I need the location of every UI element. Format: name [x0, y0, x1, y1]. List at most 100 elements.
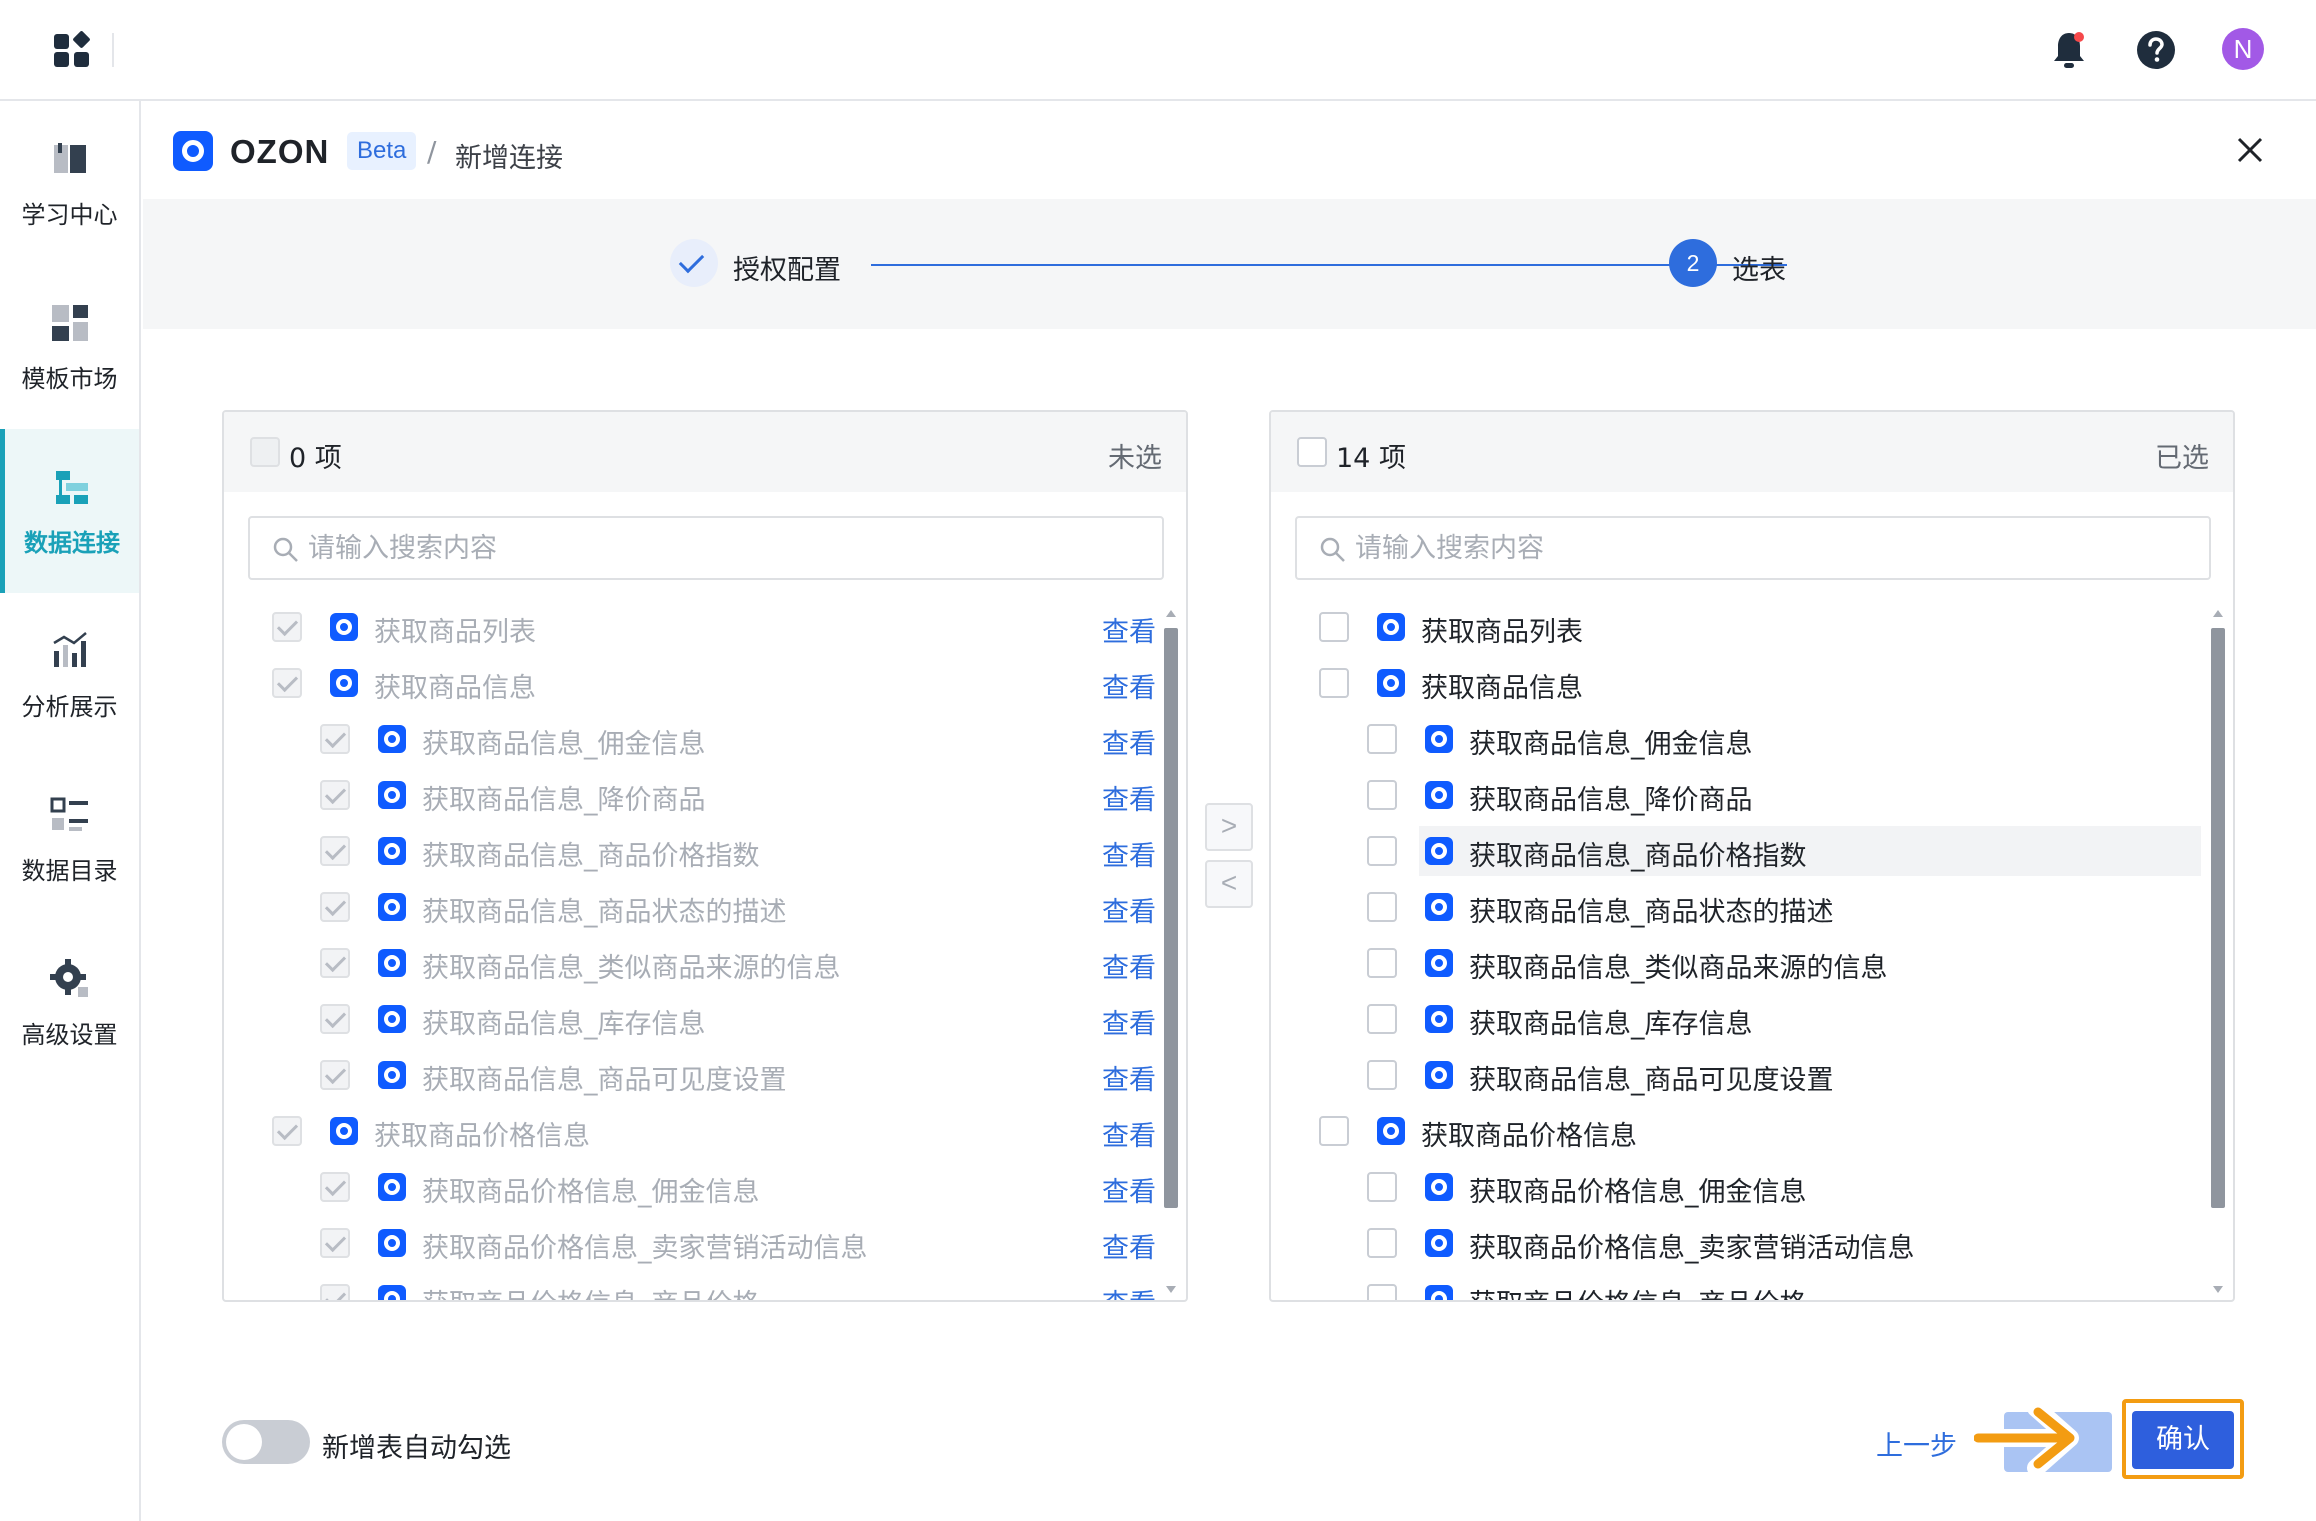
row-checkbox[interactable] [1367, 892, 1397, 922]
help-icon[interactable] [2136, 30, 2176, 70]
list-item[interactable]: 获取商品价格信息_卖家营销活动信息 查看 [224, 1218, 1164, 1274]
view-link[interactable]: 查看 [1102, 778, 1156, 817]
row-checkbox[interactable] [1367, 1060, 1397, 1090]
bell-icon[interactable] [2050, 29, 2088, 71]
source-scrollbar[interactable] [1164, 628, 1178, 1208]
view-link[interactable]: 查看 [1102, 1170, 1156, 1209]
list-item[interactable]: 获取商品信息_佣金信息 [1271, 714, 2211, 770]
sidebar-item-learning-center[interactable]: 学习中心 [0, 101, 139, 265]
list-item[interactable]: 获取商品信息_库存信息 [1271, 994, 2211, 1050]
close-icon[interactable] [2233, 133, 2267, 167]
list-item[interactable]: 获取商品价格信息 查看 [224, 1106, 1164, 1162]
list-item[interactable]: 获取商品价格信息_商品价格 查看 [224, 1274, 1164, 1300]
move-left-button[interactable]: < [1205, 860, 1253, 908]
row-checkbox[interactable] [1367, 724, 1397, 754]
avatar[interactable]: N [2222, 28, 2264, 70]
ozon-table-icon [378, 949, 406, 977]
row-checkbox[interactable] [1367, 780, 1397, 810]
list-item[interactable]: 获取商品信息_降价商品 查看 [224, 770, 1164, 826]
sidebar-item-data-catalog[interactable]: 数据目录 [0, 757, 139, 921]
list-item[interactable]: 获取商品信息 [1271, 658, 2211, 714]
list-item[interactable]: 获取商品价格信息_佣金信息 查看 [224, 1162, 1164, 1218]
row-checkbox[interactable] [1367, 1228, 1397, 1258]
source-search-input[interactable] [308, 526, 1148, 570]
row-checkbox[interactable] [1367, 1172, 1397, 1202]
view-link[interactable]: 查看 [1102, 1114, 1156, 1153]
brand-name: OZON [230, 133, 330, 170]
list-item[interactable]: 获取商品信息_类似商品来源的信息 [1271, 938, 2211, 994]
view-link[interactable]: 查看 [1102, 1058, 1156, 1097]
row-checkbox[interactable] [1367, 836, 1397, 866]
top-divider [112, 33, 114, 67]
sidebar-item-template-market[interactable]: 模板市场 [0, 265, 139, 429]
sidebar-item-advanced-settings[interactable]: 高级设置 [0, 921, 139, 1085]
view-link[interactable]: 查看 [1102, 946, 1156, 985]
table-name: 获取商品信息_降价商品 [1469, 785, 1753, 816]
sidebar-item-label: 模板市场 [21, 364, 118, 393]
sidebar-item-label: 高级设置 [21, 1020, 118, 1049]
ozon-table-icon [1425, 781, 1453, 809]
view-link[interactable]: 查看 [1102, 1226, 1156, 1265]
view-link[interactable]: 查看 [1102, 834, 1156, 873]
ozon-table-icon [1377, 1117, 1405, 1145]
list-item[interactable]: 获取商品信息_商品可见度设置 [1271, 1050, 2211, 1106]
list-item[interactable]: 获取商品信息_商品状态的描述 [1271, 882, 2211, 938]
list-item[interactable]: 获取商品列表 [1271, 602, 2211, 658]
apps-grid-icon[interactable] [52, 30, 92, 70]
view-link[interactable]: 查看 [1102, 890, 1156, 929]
list-item[interactable]: 获取商品列表 查看 [224, 602, 1164, 658]
list-item[interactable]: 获取商品价格信息 [1271, 1106, 2211, 1162]
move-right-button[interactable]: > [1205, 803, 1253, 851]
sidebar-item-label: 数据连接 [24, 528, 120, 557]
gear-icon [49, 958, 88, 997]
list-item[interactable]: 获取商品信息_类似商品来源的信息 查看 [224, 938, 1164, 994]
row-checkbox[interactable] [1367, 1004, 1397, 1034]
list-item[interactable]: 获取商品信息_商品价格指数 查看 [224, 826, 1164, 882]
list-item[interactable]: 获取商品信息_降价商品 [1271, 770, 2211, 826]
scroll-up-arrow[interactable] [2213, 610, 2223, 617]
row-checkbox[interactable] [1319, 612, 1349, 642]
view-link[interactable]: 查看 [1102, 1282, 1156, 1300]
table-name: 获取商品列表 [374, 617, 536, 648]
source-count: 0 项 [289, 443, 342, 474]
target-scrollbar[interactable] [2211, 628, 2225, 1208]
dialog-header: OZON Beta / 新增连接 [143, 103, 2316, 199]
target-select-all-checkbox[interactable] [1297, 437, 1327, 467]
ozon-table-icon [1425, 1285, 1453, 1300]
auto-select-toggle[interactable] [222, 1420, 310, 1464]
prev-step-button[interactable]: 上一步 [1876, 1424, 1957, 1463]
row-checkbox[interactable] [1319, 1116, 1349, 1146]
row-checkbox[interactable] [1367, 948, 1397, 978]
list-item[interactable]: 获取商品信息_商品状态的描述 查看 [224, 882, 1164, 938]
list-item[interactable]: 获取商品价格信息_商品价格 [1271, 1274, 2211, 1300]
target-list-panel: 14 项 已选 获取商品列表获取商品信息获取商品信息_佣金信息获取商品信息_降价… [1269, 410, 2235, 1302]
list-item[interactable]: 获取商品信息 查看 [224, 658, 1164, 714]
ozon-table-icon [1425, 1173, 1453, 1201]
beta-badge: Beta [347, 132, 417, 170]
view-link[interactable]: 查看 [1102, 666, 1156, 705]
view-link[interactable]: 查看 [1102, 1002, 1156, 1041]
row-checkbox[interactable] [1367, 1284, 1397, 1300]
row-checkbox[interactable] [1319, 668, 1349, 698]
disabled-checked-checkbox [320, 1228, 350, 1258]
scroll-down-arrow[interactable] [2213, 1286, 2223, 1293]
list-item[interactable]: 获取商品信息_商品可见度设置 查看 [224, 1050, 1164, 1106]
list-item[interactable]: 获取商品价格信息_佣金信息 [1271, 1162, 2211, 1218]
view-link[interactable]: 查看 [1102, 722, 1156, 761]
source-select-all-checkbox[interactable] [250, 437, 280, 467]
disabled-checked-checkbox [320, 1284, 350, 1300]
sidebar-item-analysis[interactable]: 分析展示 [0, 593, 139, 757]
ozon-table-icon [1425, 837, 1453, 865]
list-item[interactable]: 获取商品价格信息_卖家营销活动信息 [1271, 1218, 2211, 1274]
scroll-up-arrow[interactable] [1166, 610, 1176, 617]
view-link[interactable]: 查看 [1102, 610, 1156, 649]
list-item[interactable]: 获取商品信息_商品价格指数 [1271, 826, 2211, 882]
confirm-button[interactable]: 确认 [2132, 1411, 2234, 1469]
scroll-down-arrow[interactable] [1166, 1286, 1176, 1293]
list-item[interactable]: 获取商品信息_佣金信息 查看 [224, 714, 1164, 770]
table-name: 获取商品信息_商品可见度设置 [1469, 1065, 1834, 1096]
list-item[interactable]: 获取商品信息_库存信息 查看 [224, 994, 1164, 1050]
target-search-input[interactable] [1355, 526, 2195, 570]
source-panel-header: 0 项 未选 [224, 412, 1186, 492]
sidebar-item-data-connection[interactable]: 数据连接 [0, 429, 139, 593]
